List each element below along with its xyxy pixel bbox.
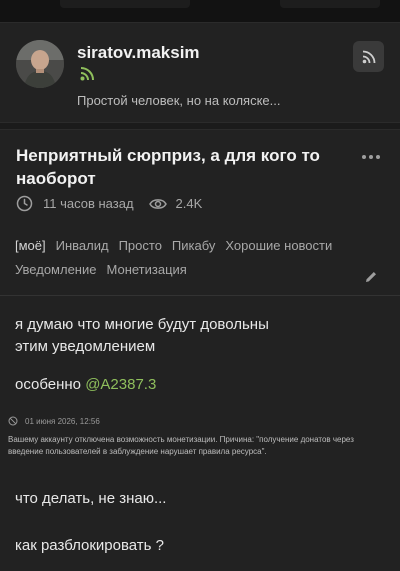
profile-card: siratov.maksim Простой человек, но на ко… (0, 22, 400, 123)
eye-icon (148, 198, 167, 209)
more-options-button[interactable] (362, 155, 380, 159)
blocked-icon (8, 416, 18, 426)
dot (369, 155, 373, 159)
subscribe-button[interactable] (353, 41, 384, 72)
rss-feed-icon (362, 50, 375, 63)
rss-icon (80, 67, 94, 86)
avatar[interactable] (16, 40, 64, 88)
tag-item[interactable]: Монетизация (106, 262, 186, 277)
pencil-icon (366, 272, 376, 282)
dot (362, 155, 366, 159)
post-paragraph: как разблокировать ? (15, 537, 165, 554)
post-meta: 11 часов назад 2.4K (16, 195, 202, 212)
post-paragraph: что делать, не знаю... (15, 490, 167, 507)
top-bar-segment (280, 0, 380, 8)
edit-tags-button[interactable] (364, 270, 378, 289)
post-card: Неприятный сюрприз, а для кого то наобор… (0, 129, 400, 571)
notice-text: Вашему аккаунту отключена возможность мо… (8, 435, 354, 456)
post-paragraph: особенно @A2387.3 (15, 376, 156, 393)
notice-header: 01 июня 2026, 12:56 (8, 416, 388, 426)
monetization-notice: 01 июня 2026, 12:56 Вашему аккаунту откл… (8, 416, 388, 458)
user-mention-link[interactable]: @A2387.3 (85, 376, 156, 393)
clock-icon (16, 195, 33, 212)
post-paragraph: я думаю что многие будут довольны этим у… (15, 316, 269, 355)
top-bar (0, 0, 400, 22)
tag-item[interactable]: Пикабу (172, 238, 215, 253)
dot (376, 155, 380, 159)
post-time: 11 часов назад (43, 196, 134, 211)
tag-item[interactable]: Уведомление (15, 262, 96, 277)
username[interactable]: siratov.maksim (77, 43, 200, 63)
post-title[interactable]: Неприятный сюрприз, а для кого то наобор… (16, 144, 346, 190)
tag-item[interactable]: [моё] (15, 238, 46, 253)
tag-item[interactable]: Просто (119, 238, 162, 253)
notice-date: 01 июня 2026, 12:56 (25, 416, 100, 426)
paragraph-text: особенно (15, 376, 86, 393)
tag-list: [моё] Инвалид Просто Пикабу Хорошие ново… (15, 238, 355, 277)
top-bar-segment (60, 0, 190, 8)
divider (0, 295, 400, 296)
tag-item[interactable]: Хорошие новости (225, 238, 332, 253)
post-views: 2.4K (175, 196, 203, 211)
tag-item[interactable]: Инвалид (56, 238, 109, 253)
profile-bio: Простой человек, но на коляске... (77, 93, 281, 108)
